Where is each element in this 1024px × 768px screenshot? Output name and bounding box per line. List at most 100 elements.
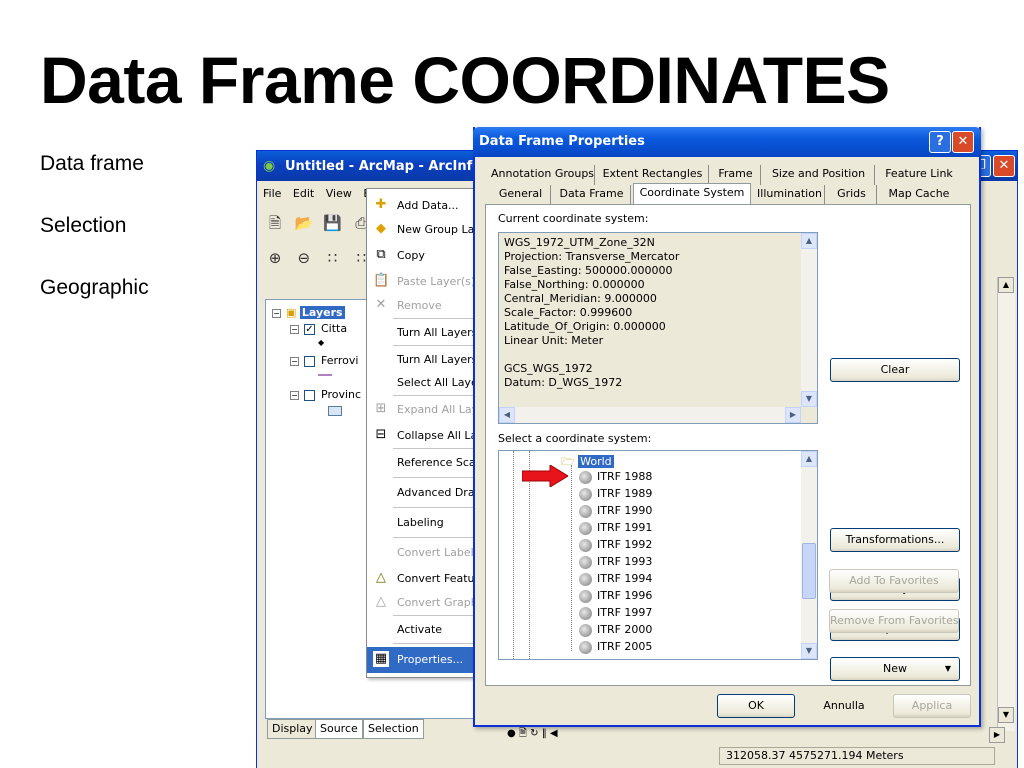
tree-item-itrf-1991[interactable]: ITRF 1991 — [579, 521, 652, 538]
menu-item-add-data[interactable]: ✚ Add Data... — [367, 193, 475, 219]
ok-button[interactable]: OK — [717, 694, 795, 718]
layout-view-icon[interactable]: 🗎 — [519, 728, 527, 739]
add-to-favorites-button[interactable]: Add To Favorites — [829, 569, 959, 593]
clear-button[interactable]: Clear — [830, 358, 960, 382]
menu-item-new-group-layer[interactable]: ◆ New Group Lay — [367, 217, 475, 243]
menu-item-convert-features[interactable]: △ Convert Featur — [367, 566, 475, 592]
tree-item-itrf-2000[interactable]: ITRF 2000 — [579, 623, 652, 640]
tab-coordinate-system[interactable]: Coordinate System — [633, 183, 751, 205]
tree-item-itrf-1993[interactable]: ITRF 1993 — [579, 555, 652, 572]
tab-annotation-groups[interactable]: Annotation Groups — [491, 165, 595, 185]
collapse-toggle-icon[interactable]: − — [290, 390, 299, 400]
data-view-icon[interactable]: ● — [507, 728, 516, 739]
menu-item-remove[interactable]: ✕ Remove — [367, 293, 475, 319]
map-vertical-scrollbar[interactable]: ▲ ▼ — [997, 277, 1015, 731]
scroll-up-icon[interactable]: ▲ — [998, 277, 1014, 293]
convert-features-icon: △ — [376, 570, 386, 585]
refresh-icon[interactable]: ↻ — [530, 728, 538, 739]
tree-folder-world[interactable]: 🗁 World — [561, 453, 614, 470]
zoom-in-icon[interactable]: ⊕ — [263, 249, 287, 267]
new-document-icon[interactable]: 🗎 — [263, 213, 287, 238]
tab-source[interactable]: Source — [315, 719, 363, 739]
tab-grids[interactable]: Grids — [827, 185, 877, 205]
tab-map-cache[interactable]: Map Cache — [879, 185, 959, 205]
pause-icon[interactable]: ‖ — [542, 728, 547, 739]
dialog-close-button[interactable]: ✕ — [952, 131, 974, 153]
tab-illumination[interactable]: Illumination — [755, 185, 825, 205]
menu-item-select-all-layers[interactable]: Select All Layer — [367, 370, 475, 396]
tab-selection[interactable]: Selection — [363, 719, 424, 739]
menu-item-convert-graphics[interactable]: △ Convert Graph — [367, 590, 475, 616]
scroll-down-icon[interactable]: ▼ — [998, 707, 1014, 723]
tab-feature-link[interactable]: Feature Link — [877, 165, 961, 185]
layers-root-label[interactable]: Layers — [299, 306, 345, 319]
tools-toolbar: ⊕ ⊖ ∷ ∷ — [263, 249, 373, 277]
toc-layer-province[interactable]: − Provinc — [290, 388, 361, 401]
menu-item-collapse-all-layers[interactable]: ⊟ Collapse All Lay — [367, 423, 475, 449]
menu-item-labeling[interactable]: Labeling — [367, 510, 475, 536]
tree-item-itrf-1989[interactable]: ITRF 1989 — [579, 487, 652, 504]
scroll-up-icon[interactable]: ▲ — [801, 233, 817, 249]
tree-item-itrf-1992[interactable]: ITRF 1992 — [579, 538, 652, 555]
scroll-left-icon[interactable]: ◀ — [499, 407, 515, 423]
fixed-zoom-in-icon[interactable]: ∷ — [321, 249, 345, 267]
menu-item-activate[interactable]: Activate — [367, 617, 475, 643]
scroll-up-icon[interactable]: ▲ — [801, 451, 817, 467]
tab-frame[interactable]: Frame — [711, 165, 761, 185]
menu-item-copy[interactable]: ⧉ Copy — [367, 243, 475, 269]
menu-edit[interactable]: Edit — [293, 187, 314, 200]
scroll-right-icon[interactable]: ▶ — [989, 727, 1005, 743]
tab-size-and-position[interactable]: Size and Position — [763, 165, 875, 185]
tree-item-itrf-1996[interactable]: ITRF 1996 — [579, 589, 652, 606]
collapse-toggle-icon[interactable]: − — [290, 356, 299, 366]
open-folder-icon[interactable]: 📂 — [292, 214, 316, 232]
menu-view[interactable]: View — [326, 187, 352, 200]
toc-layer-ferrovie[interactable]: − Ferrovi — [290, 354, 358, 367]
help-button[interactable]: ? — [929, 131, 951, 153]
close-button[interactable]: ✕ — [993, 155, 1015, 177]
collapse-toggle-icon[interactable]: − — [272, 308, 281, 318]
menu-item-convert-labels[interactable]: Convert Labels — [367, 540, 475, 566]
apply-button[interactable]: Applica — [893, 694, 971, 718]
tab-general[interactable]: General — [491, 185, 551, 205]
save-icon[interactable]: 💾 — [321, 214, 345, 232]
collapse-toggle-icon[interactable]: − — [290, 324, 299, 334]
current-coordinate-system-label: Current coordinate system: — [498, 212, 649, 225]
tree-item-itrf-2005[interactable]: ITRF 2005 — [579, 640, 652, 657]
details-horizontal-scrollbar[interactable]: ◀ ▶ — [499, 407, 801, 423]
details-vertical-scrollbar[interactable]: ▲ ▼ — [801, 233, 817, 407]
current-coordinate-system-details[interactable]: WGS_1972_UTM_Zone_32N Projection: Transv… — [498, 232, 818, 424]
toc-layer-citta[interactable]: − ✓ Citta — [290, 322, 347, 335]
menu-item-expand-all-layers[interactable]: ⊞ Expand All Lay — [367, 397, 475, 423]
tab-data-frame[interactable]: Data Frame — [553, 185, 631, 205]
menu-file[interactable]: File — [263, 187, 281, 200]
scroll-down-icon[interactable]: ▼ — [801, 391, 817, 407]
tree-scroll-thumb[interactable] — [802, 543, 816, 599]
transformations-button[interactable]: Transformations... — [830, 528, 960, 552]
toc-root-row[interactable]: − ▣ Layers — [272, 306, 345, 319]
menu-item-properties[interactable]: ▦ Properties... — [367, 647, 475, 673]
menu-item-advanced-drawing[interactable]: Advanced Draw — [367, 480, 475, 506]
tab-extent-rectangles[interactable]: Extent Rectangles — [597, 165, 709, 185]
tree-item-itrf-1997[interactable]: ITRF 1997 — [579, 606, 652, 623]
tree-item-itrf-1988[interactable]: ITRF 1988 — [579, 470, 652, 487]
remove-from-favorites-button[interactable]: Remove From Favorites — [829, 609, 959, 633]
menu-item-reference-scale[interactable]: Reference Scal — [367, 450, 475, 476]
scroll-down-icon[interactable]: ▼ — [801, 643, 817, 659]
coord-detail-line: Datum: D_WGS_1972 — [504, 376, 623, 389]
new-dropdown-button[interactable]: New ▼ — [830, 657, 960, 681]
zoom-out-icon[interactable]: ⊖ — [292, 249, 316, 267]
layer-checkbox[interactable] — [304, 389, 315, 401]
dialog-titlebar[interactable]: Data Frame Properties ? ✕ — [473, 127, 981, 157]
layer-checkbox[interactable] — [304, 355, 315, 367]
scroll-right-icon[interactable]: ▶ — [785, 407, 801, 423]
tree-item-itrf-1990[interactable]: ITRF 1990 — [579, 504, 652, 521]
tab-display[interactable]: Display — [267, 719, 318, 739]
layer-checkbox[interactable]: ✓ — [304, 323, 315, 335]
scroll-left-icon[interactable]: ◀ — [550, 728, 558, 739]
menu-item-turn-all-layers-on[interactable]: Turn All Layers — [367, 320, 475, 346]
cancel-button[interactable]: Annulla — [805, 694, 883, 718]
tree-item-itrf-1994[interactable]: ITRF 1994 — [579, 572, 652, 589]
tree-vertical-scrollbar[interactable]: ▲ ▼ — [801, 451, 817, 659]
menu-item-paste-layers[interactable]: 📋 Paste Layer(s) — [367, 269, 475, 295]
